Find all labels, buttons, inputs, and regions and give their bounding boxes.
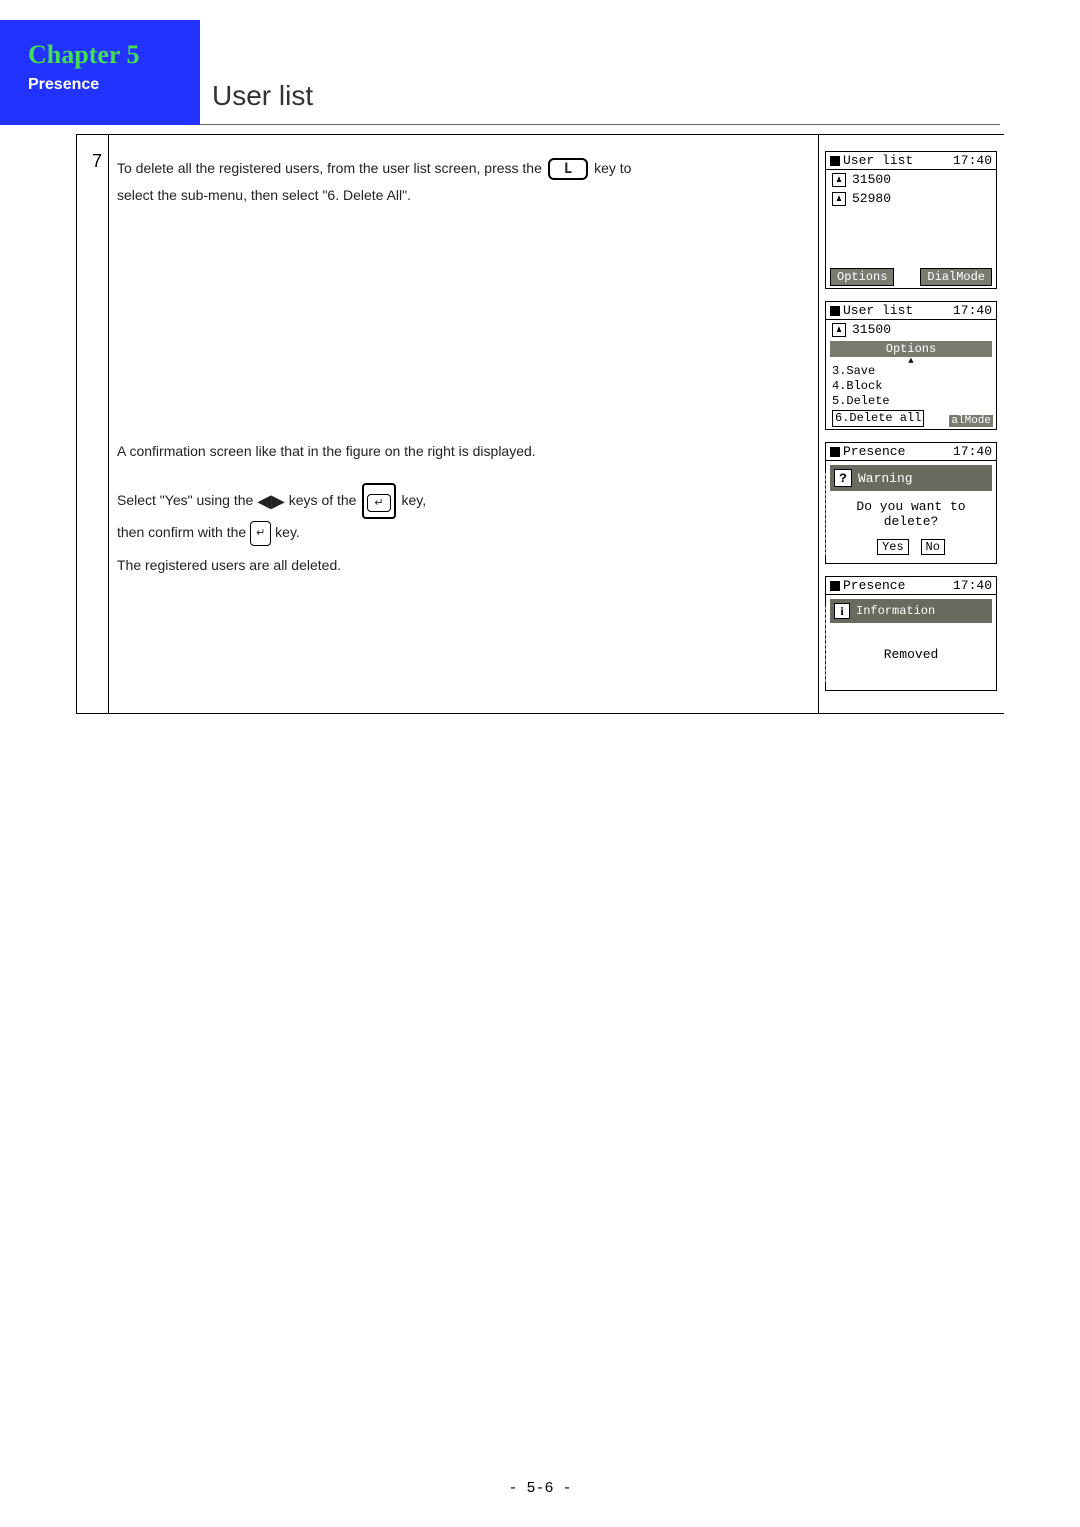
chapter-label: Chapter 5 (28, 40, 200, 70)
question-icon: ? (834, 469, 852, 487)
screen-time: 17:40 (953, 303, 992, 318)
deleted-text: The registered users are all deleted. (117, 552, 810, 579)
confirmation-text: A confirmation screen like that in the f… (117, 438, 810, 465)
screen-userlist-options: User list 17:40 ♟31500 Options ▲ 3.Save … (825, 301, 997, 430)
dashed-edge (825, 607, 826, 682)
user-number: 52980 (852, 191, 891, 206)
page-number: - 5-6 - (0, 1480, 1080, 1497)
screen-userlist-1: User list 17:40 ♟ 31500 ♟ 52980 Options Di… (825, 151, 997, 289)
main-content: 7 To delete all the registered users, fr… (76, 134, 1004, 714)
screen-warning: Presence 17:40 ? Warning Do you want to … (825, 442, 997, 564)
user-icon: ♟ (832, 173, 846, 187)
square-icon (830, 306, 840, 316)
screen-title: User list (843, 153, 913, 168)
menu-item-selected[interactable]: 6.Delete all (832, 410, 924, 427)
dashed-edge (825, 473, 826, 555)
user-number: 31500 (852, 322, 891, 337)
info-icon: i (834, 603, 850, 619)
warning-text: delete? (826, 514, 996, 529)
information-banner: i Information (830, 599, 992, 623)
screen-title: Presence (843, 578, 905, 593)
step-body: To delete all the registered users, from… (109, 135, 818, 713)
menu-item[interactable]: 4.Block (832, 379, 990, 394)
enter-key-icon: ↵ (362, 483, 395, 520)
screen-title: Presence (843, 444, 905, 459)
title-rule (200, 124, 1000, 125)
warning-text: Do you want to (826, 499, 996, 514)
text: key, (401, 492, 426, 508)
screen-title: User list (843, 303, 913, 318)
text: keys of the (289, 492, 361, 508)
text: then confirm with the (117, 524, 250, 540)
text: To delete all the registered users, from… (117, 160, 546, 176)
text: Select "Yes" using the (117, 492, 257, 508)
screen-time: 17:40 (953, 444, 992, 459)
presence-label: Presence (28, 76, 200, 94)
no-button[interactable]: No (921, 539, 945, 555)
step-row: 7 To delete all the registered users, fr… (77, 134, 1004, 713)
removed-text: Removed (826, 627, 996, 690)
enter-key-icon: ↵ (250, 521, 271, 546)
warning-label: Warning (858, 471, 913, 486)
chapter-header: Chapter 5 Presence (0, 20, 200, 125)
user-number: 31500 (852, 172, 891, 187)
text: select the sub-menu, then select "6. Del… (117, 182, 810, 209)
dialmode-button[interactable]: DialMode (920, 268, 992, 286)
bottom-rule (77, 713, 1004, 714)
step-number: 7 (77, 135, 109, 713)
warning-banner: ? Warning (830, 465, 992, 491)
menu-item[interactable]: 5.Delete (832, 394, 990, 409)
mode-label: alMode (949, 415, 993, 427)
screens-column: User list 17:40 ♟ 31500 ♟ 52980 Options Di… (818, 135, 1004, 713)
options-header: Options (830, 341, 992, 357)
screen-time: 17:40 (953, 578, 992, 593)
square-icon (830, 156, 840, 166)
user-icon: ♟ (832, 192, 846, 206)
key-L: L (548, 158, 588, 180)
options-button[interactable]: Options (830, 268, 894, 286)
user-icon: ♟ (832, 323, 846, 337)
section-title: User list (212, 80, 313, 112)
text: key to (594, 160, 631, 176)
information-label: Information (856, 604, 935, 618)
left-right-arrow-icon: ◀▶ (257, 491, 285, 511)
square-icon (830, 447, 840, 457)
text: key. (275, 524, 300, 540)
screen-information: Presence 17:40 i Information Removed (825, 576, 997, 691)
menu-item[interactable]: 3.Save (832, 364, 990, 379)
screen-time: 17:40 (953, 153, 992, 168)
square-icon (830, 581, 840, 591)
yes-button[interactable]: Yes (877, 539, 909, 555)
